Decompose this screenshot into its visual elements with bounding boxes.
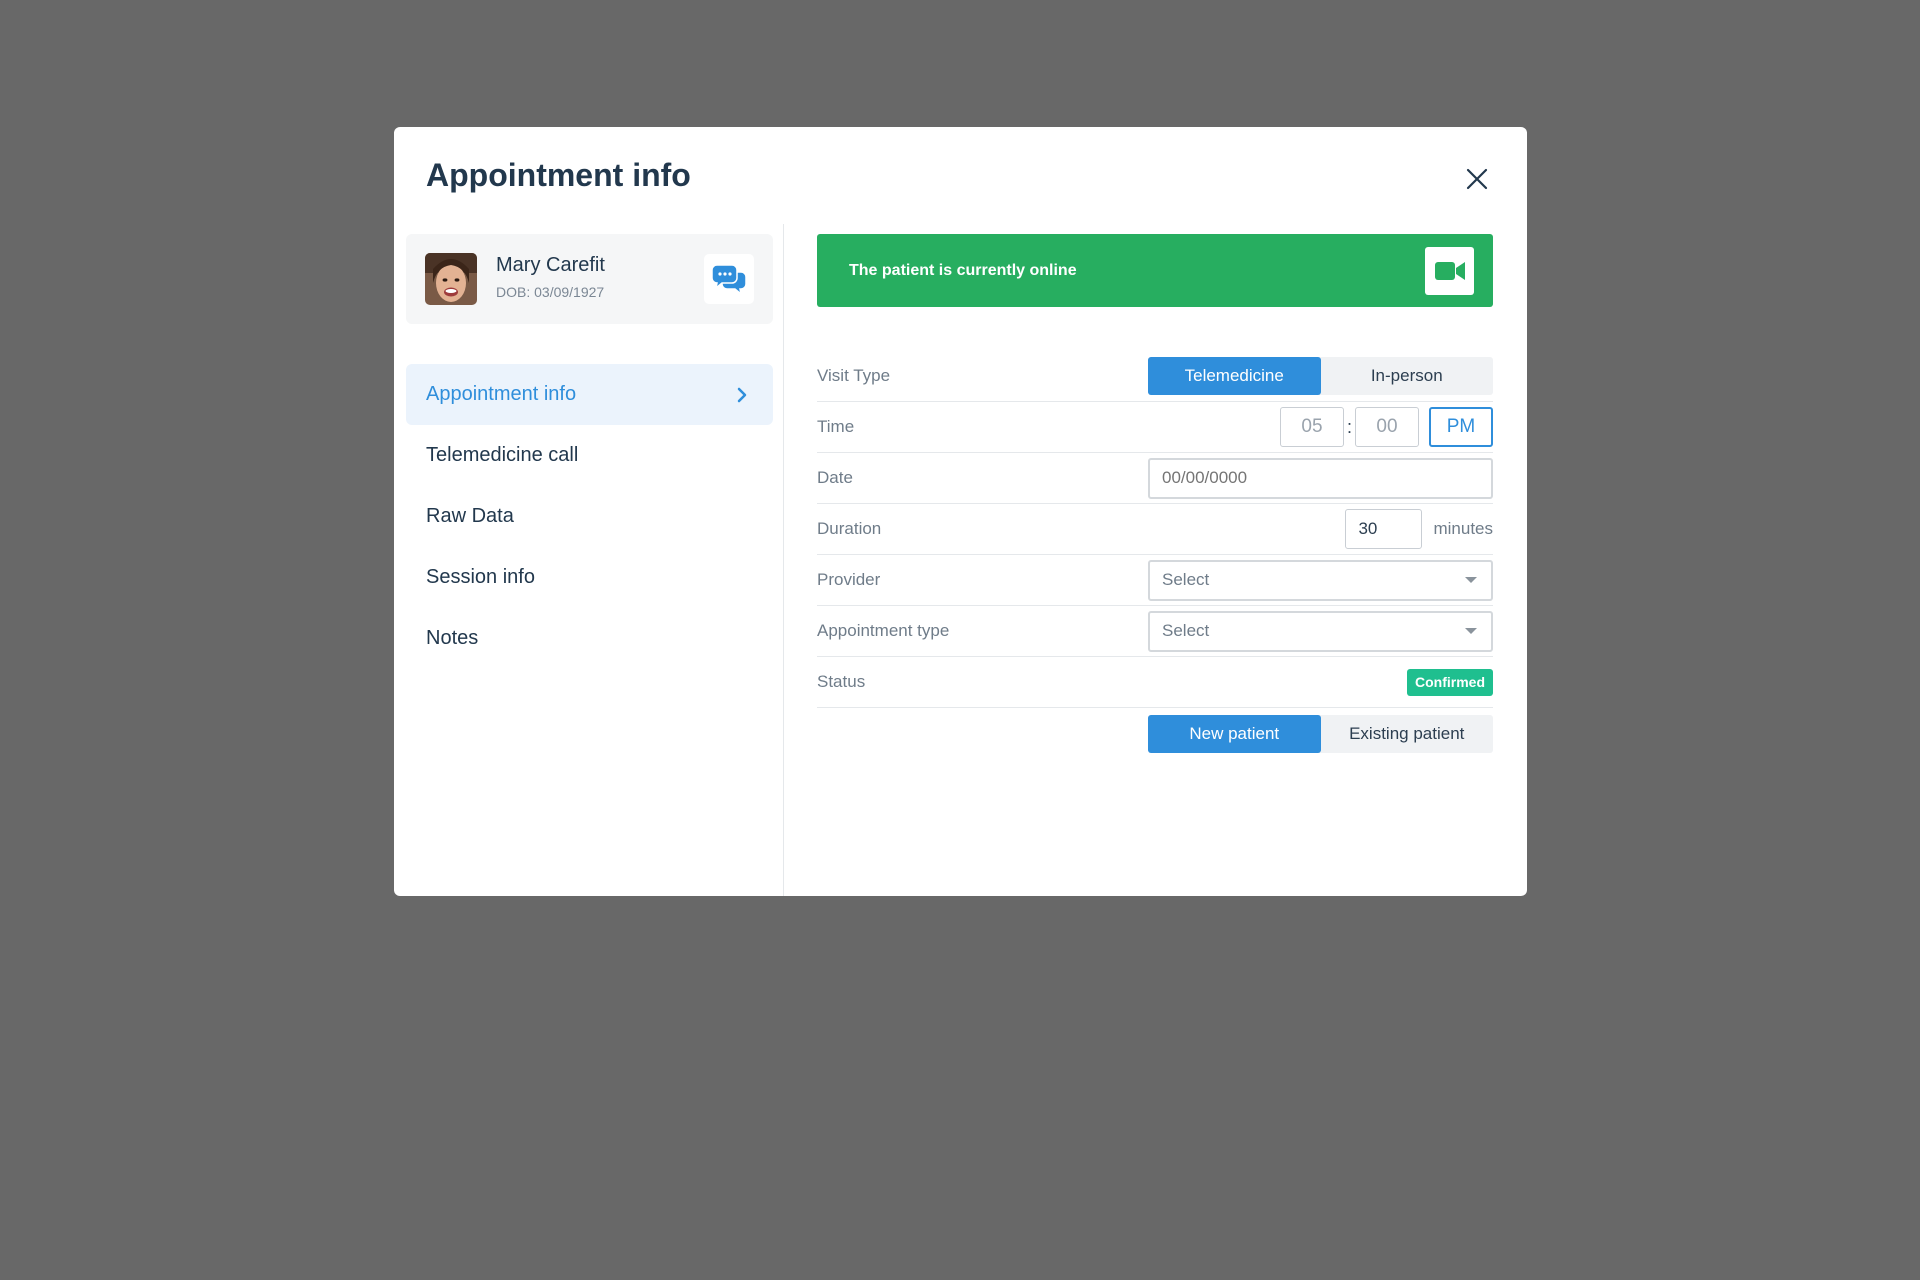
duration-field: minutes: [1345, 509, 1493, 549]
patient-dob: DOB: 03/09/1927: [496, 284, 605, 300]
patient-card: Mary Carefit DOB: 03/09/1927: [406, 234, 773, 324]
time-label: Time: [817, 417, 855, 436]
provider-select[interactable]: Select: [1148, 559, 1493, 601]
am-pm-toggle[interactable]: PM: [1429, 407, 1493, 447]
existing-patient-option[interactable]: Existing patient: [1321, 715, 1494, 753]
visit-type-row: Visit Type Telemedicine In-person: [817, 351, 1493, 402]
nav-item-label: Notes: [426, 627, 479, 649]
time-picker: 05 : 00 PM: [1280, 407, 1493, 447]
caret-down-icon: [1465, 577, 1477, 583]
nav-item-session-info[interactable]: Session info: [406, 547, 773, 608]
visit-type-toggle: Telemedicine In-person: [1148, 357, 1493, 395]
nav-item-appointment-info[interactable]: Appointment info: [406, 364, 773, 425]
provider-label: Provider: [817, 570, 881, 589]
nav-item-notes[interactable]: Notes: [406, 608, 773, 669]
date-row: Date: [817, 453, 1493, 504]
appointment-type-select[interactable]: Select: [1148, 610, 1493, 652]
appointment-type-row: Appointment type Select: [817, 606, 1493, 657]
provider-row: Provider Select: [817, 555, 1493, 606]
left-panel: Mary Carefit DOB: 03/09/1927 Appointment…: [406, 234, 773, 669]
status-label: Status: [817, 672, 866, 691]
caret-down-icon: [1465, 628, 1477, 634]
duration-unit: minutes: [1433, 519, 1493, 538]
appointment-modal: Appointment info Mary Carefit DOB: 03/09…: [394, 127, 1527, 896]
chat-button[interactable]: [704, 254, 754, 304]
hour-input[interactable]: 05: [1280, 407, 1344, 447]
online-status-banner: The patient is currently online: [817, 234, 1493, 307]
video-camera-icon: [1434, 262, 1465, 280]
online-status-text: The patient is currently online: [849, 262, 1077, 279]
appointment-type-select-value: Select: [1162, 621, 1210, 640]
time-separator: :: [1346, 416, 1352, 437]
time-row: Time 05 : 00 PM: [817, 402, 1493, 453]
telemedicine-option[interactable]: Telemedicine: [1148, 357, 1321, 395]
nav-item-label: Raw Data: [426, 505, 514, 527]
close-button[interactable]: [1461, 163, 1493, 195]
minute-input[interactable]: 00: [1355, 407, 1419, 447]
new-patient-option[interactable]: New patient: [1148, 714, 1321, 753]
patient-name: Mary Carefit: [496, 254, 605, 276]
column-divider: [783, 224, 784, 896]
status-badge: Confirmed: [1407, 668, 1493, 696]
nav-item-telemedicine-call[interactable]: Telemedicine call: [406, 425, 773, 486]
modal-title: Appointment info: [426, 157, 691, 193]
in-person-option[interactable]: In-person: [1321, 357, 1494, 395]
right-panel: The patient is currently online Visit Ty…: [817, 234, 1493, 759]
appointment-form: Visit Type Telemedicine In-person Time 0…: [817, 351, 1493, 759]
chat-bubbles-icon: [711, 264, 747, 295]
visit-type-label: Visit Type: [817, 366, 891, 385]
provider-select-value: Select: [1162, 570, 1210, 589]
status-row: Status Confirmed: [817, 657, 1493, 708]
appointment-type-label: Appointment type: [817, 621, 950, 640]
duration-label: Duration: [817, 519, 882, 538]
start-video-call-button[interactable]: [1425, 247, 1474, 295]
date-label: Date: [817, 468, 853, 487]
nav-item-label: Session info: [426, 566, 535, 588]
date-input[interactable]: [1148, 457, 1493, 499]
close-icon: [1466, 168, 1488, 190]
nav-item-raw-data[interactable]: Raw Data: [406, 486, 773, 547]
patient-kind-toggle: New patient Existing patient: [1148, 714, 1494, 753]
nav-item-label: Telemedicine call: [426, 444, 579, 466]
chevron-right-icon: [737, 387, 747, 402]
duration-row: Duration minutes: [817, 504, 1493, 555]
patient-kind-row: New patient Existing patient: [817, 708, 1493, 759]
avatar: [425, 253, 477, 305]
side-nav: Appointment info Telemedicine call Raw D…: [406, 364, 773, 669]
nav-item-label: Appointment info: [426, 383, 577, 405]
duration-input[interactable]: [1345, 509, 1423, 549]
